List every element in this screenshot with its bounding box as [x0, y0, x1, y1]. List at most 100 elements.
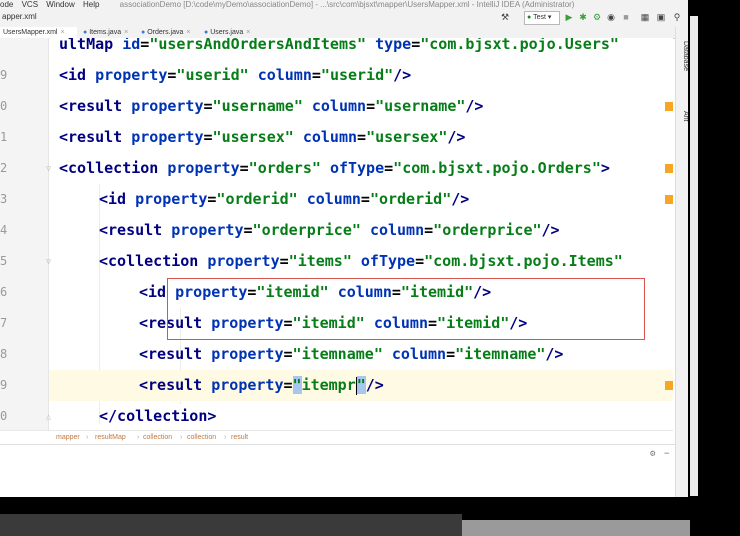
xml-attr-value: "orders": [248, 159, 321, 177]
search-icon[interactable]: ⚲: [672, 12, 682, 22]
fold-icon[interactable]: △: [44, 412, 53, 421]
equals-sign: =: [411, 38, 421, 53]
code-line[interactable]: <result property="orderprice" column="or…: [99, 215, 560, 246]
fold-icon[interactable]: ▽: [44, 257, 53, 266]
bottom-tool-panel: ⚙ −: [0, 444, 675, 497]
fold-icon[interactable]: ▽: [44, 164, 53, 173]
xml-tag-close: />: [465, 97, 484, 115]
attr-value-text: userid: [185, 66, 240, 84]
equals-sign: =: [366, 97, 376, 115]
window-title: associationDemo [D:\code\myDemo\associat…: [119, 0, 575, 9]
attr-value-text: com.bjsxt.pojo.Items: [433, 252, 614, 270]
tab-orders-java[interactable]: ● Orders.java ×: [138, 27, 197, 38]
xml-tag: </collection>: [99, 407, 217, 425]
file-path-label[interactable]: apper.xml: [2, 12, 37, 21]
attr-value-text: username: [221, 97, 294, 115]
xml-tag: <result: [99, 221, 163, 239]
tab-label: Items.java: [89, 29, 122, 36]
attr-value-text: com.bjsxt.pojo.Orders: [402, 159, 592, 177]
menu-item-window[interactable]: Window: [46, 0, 74, 9]
menu-item-code[interactable]: ode: [0, 0, 13, 9]
xml-tag-close: >: [600, 159, 610, 177]
attr-value-text: orderprice: [261, 221, 352, 239]
run-icon[interactable]: ▶: [564, 12, 574, 22]
xml-attr-name: column: [391, 345, 447, 363]
breadcrumb-collection-inner[interactable]: collection: [187, 434, 216, 441]
code-line[interactable]: <id property="orderid" column="orderid"/…: [99, 184, 469, 215]
tab-label: Orders.java: [147, 29, 184, 36]
xml-tag: <result: [139, 345, 203, 363]
code-line[interactable]: <collection property="items" ofType="com…: [99, 246, 623, 277]
xml-attr-name: id: [122, 38, 141, 53]
equals-sign: =: [446, 345, 456, 363]
stop-icon[interactable]: ■: [621, 12, 631, 22]
xml-attr-name: property: [131, 97, 204, 115]
xml-tag: <collection: [59, 159, 159, 177]
layout-icon[interactable]: ▣: [656, 12, 666, 22]
code-line[interactable]: <result property="itemname" column="item…: [139, 339, 563, 370]
code-line[interactable]: </collection>: [99, 401, 216, 430]
coverage-icon[interactable]: ⚙: [592, 12, 602, 22]
line-number: 0: [0, 99, 8, 113]
line-number-gutter: 9 0 1 2 3 4 5 6 7 8 9 0: [0, 38, 49, 430]
menu-item-vcs[interactable]: VCS: [22, 0, 38, 9]
project-structure-icon[interactable]: ▦: [640, 12, 650, 22]
equals-sign: =: [279, 252, 289, 270]
menu-item-help[interactable]: Help: [83, 0, 99, 9]
taskbar-region: [462, 520, 690, 536]
code-editor[interactable]: 901234567890 ultMap id="usersAndOrdersAn…: [0, 38, 673, 430]
tab-users-java[interactable]: ● Users.java ×: [201, 27, 260, 38]
code-line[interactable]: <result property="usersex" column="users…: [59, 122, 465, 153]
line-number: 8: [0, 347, 8, 361]
xml-attr-value: "userid": [320, 66, 394, 84]
xml-attr-name: column: [306, 190, 361, 208]
equals-sign: =: [203, 97, 213, 115]
breadcrumb-result[interactable]: result: [231, 434, 248, 441]
profile-icon[interactable]: ◉: [606, 12, 616, 22]
warning-marker[interactable]: [665, 195, 673, 204]
close-icon[interactable]: ×: [246, 29, 250, 36]
run-config-label: Test: [533, 14, 546, 21]
close-icon[interactable]: ×: [186, 29, 190, 36]
attr-value-text: items: [297, 252, 343, 270]
tab-items-java[interactable]: ● Items.java ×: [80, 27, 135, 38]
xml-attr-name: property: [167, 159, 240, 177]
gear-icon[interactable]: ⚙: [650, 449, 655, 459]
scrollbar[interactable]: [690, 16, 698, 496]
code-line[interactable]: ultMap id="usersAndOrdersAndItems" type=…: [59, 38, 619, 60]
debug-icon[interactable]: ✱: [578, 12, 588, 22]
xml-tag-close: />: [365, 376, 384, 394]
xml-attr-name: property: [211, 345, 284, 363]
xml-tag: <id: [59, 66, 87, 84]
equals-sign: =: [357, 128, 367, 146]
navigation-toolbar: apper.xml ⚒ ● Test ▾ ▶ ✱ ⚙ ◉ ■ ▦ ▣ ⚲: [0, 9, 690, 28]
xml-attr-name: type: [375, 38, 412, 53]
breadcrumb-mapper[interactable]: mapper: [56, 434, 80, 441]
hammer-icon[interactable]: ⚒: [500, 12, 510, 22]
warning-marker[interactable]: [665, 164, 673, 173]
code-line[interactable]: <id property="userid" column="userid"/>: [59, 60, 411, 91]
close-icon[interactable]: ×: [124, 29, 128, 36]
xml-attr-value: "orderid": [216, 190, 298, 208]
xml-attr-value: "orderprice": [252, 221, 361, 239]
close-icon[interactable]: ×: [60, 29, 64, 36]
xml-attr-name: property: [171, 221, 244, 239]
xml-attr-name: column: [311, 97, 367, 115]
xml-attr-value: "userid": [176, 66, 249, 84]
attr-value-text: usersex: [221, 128, 285, 146]
code-line[interactable]: <result property="username" column="user…: [59, 91, 483, 122]
warning-marker[interactable]: [665, 102, 673, 111]
line-number: 5: [0, 254, 8, 268]
warning-marker[interactable]: [665, 381, 673, 390]
minimize-icon[interactable]: −: [664, 449, 669, 459]
equals-sign: =: [283, 376, 293, 394]
run-config-select[interactable]: ● Test ▾: [524, 11, 560, 25]
breadcrumb-resultmap[interactable]: resultMap: [95, 434, 126, 441]
code-line[interactable]: <collection property="orders" ofType="co…: [59, 153, 610, 184]
xml-tag-close: />: [393, 66, 412, 84]
right-tool-strip: Database Ant: [675, 27, 689, 497]
breadcrumb-collection[interactable]: collection: [143, 434, 172, 441]
xml-attr-value: "usersAndOrdersAndItems": [149, 38, 366, 53]
code-line[interactable]: <result property="itempr"/>: [139, 370, 384, 401]
xml-tag: <id: [99, 190, 127, 208]
